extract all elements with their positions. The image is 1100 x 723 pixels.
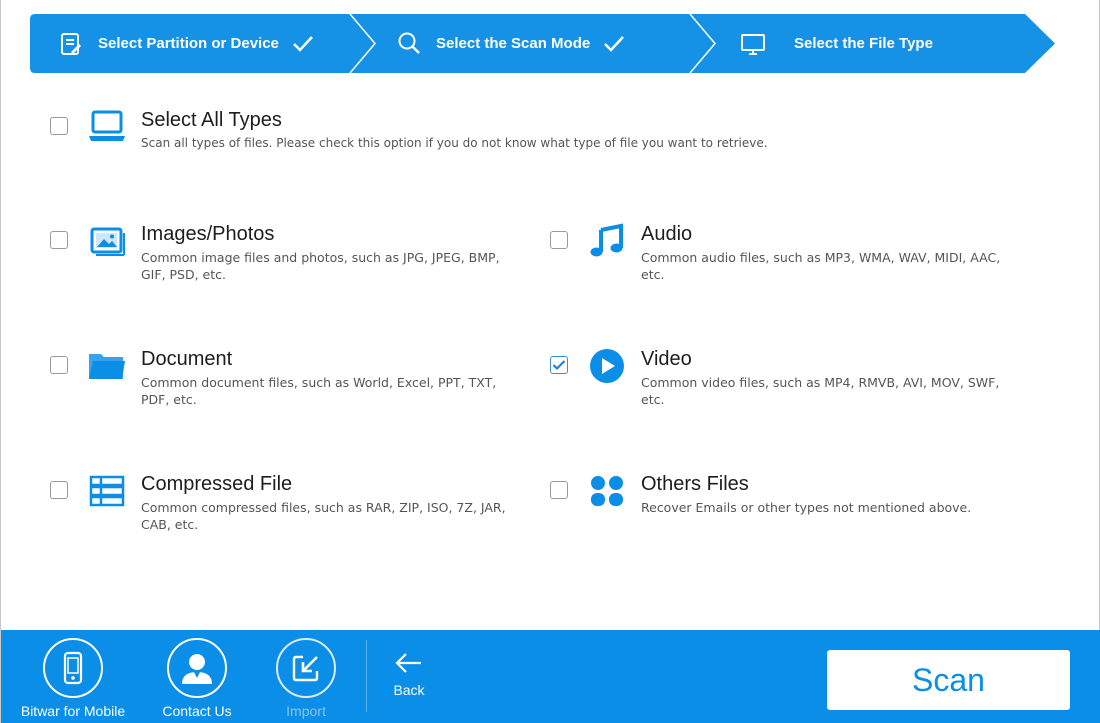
monitor-icon <box>741 33 765 55</box>
option-description: Common image files and photos, such as J… <box>141 250 500 282</box>
step-label: Select the Scan Mode <box>436 35 591 52</box>
search-icon <box>398 32 420 54</box>
wizard-stepper: Select Partition or Device Select the Sc… <box>30 14 1055 73</box>
arrow-left-icon <box>395 653 421 673</box>
option-compressed-file[interactable]: Compressed File Common compressed files,… <box>50 472 521 533</box>
phone-icon <box>63 651 83 685</box>
image-icon <box>90 227 125 256</box>
option-video[interactable]: Video Common video files, such as MP4, R… <box>550 347 1021 408</box>
clipboard-icon <box>61 32 81 55</box>
archive-icon <box>89 475 125 507</box>
option-document[interactable]: Document Common document files, such as … <box>50 347 521 408</box>
checkmark-icon <box>293 35 313 52</box>
document-checkbox[interactable] <box>50 356 68 374</box>
option-others-files[interactable]: Others Files Recover Emails or other typ… <box>550 472 1021 516</box>
import-button-circle[interactable] <box>276 638 336 698</box>
option-description: Scan all types of files. Please check th… <box>141 136 768 150</box>
option-title: Others Files <box>641 473 749 495</box>
option-description: Common document files, such as World, Ex… <box>141 375 497 407</box>
grid-dots-icon <box>591 476 623 506</box>
music-note-icon <box>590 223 623 257</box>
checkmark-icon <box>552 360 566 371</box>
bitwar-mobile-button[interactable]: Bitwar for Mobile <box>13 638 133 723</box>
option-images-photos[interactable]: Images/Photos Common image files and pho… <box>50 222 521 283</box>
compressed-checkbox[interactable] <box>50 481 68 499</box>
option-title: Select All Types <box>141 109 282 131</box>
mobile-button-circle[interactable] <box>43 638 103 698</box>
import-icon <box>292 655 319 682</box>
checkmark-icon <box>604 35 625 52</box>
user-icon <box>182 654 212 684</box>
others-checkbox[interactable] <box>550 481 568 499</box>
step-select-file-type: Select the File Type <box>740 14 933 73</box>
option-description: Common video files, such as MP4, RMVB, A… <box>641 375 1000 407</box>
select-all-checkbox[interactable] <box>50 117 68 135</box>
nav-label: Bitwar for Mobile <box>20 703 126 719</box>
step-label: Select the File Type <box>794 35 933 52</box>
nav-label: Contact Us <box>162 703 232 719</box>
folder-icon <box>89 354 125 379</box>
play-icon <box>590 349 624 383</box>
option-description: Common compressed files, such as RAR, ZI… <box>141 500 506 532</box>
step-select-partition: Select Partition or Device <box>58 14 315 73</box>
option-title: Document <box>141 348 233 370</box>
app-window: Select Partition or Device Select the Sc… <box>0 0 1100 723</box>
option-description: Recover Emails or other types not mentio… <box>641 500 972 515</box>
option-title: Video <box>641 348 692 370</box>
option-description: Common audio files, such as MP3, WMA, WA… <box>641 250 1001 282</box>
option-audio[interactable]: Audio Common audio files, such as MP3, W… <box>550 222 1021 283</box>
step-label: Select Partition or Device <box>98 35 279 52</box>
option-title: Images/Photos <box>141 223 275 245</box>
import-button[interactable]: Import <box>246 638 366 723</box>
scan-button[interactable]: Scan <box>827 650 1070 710</box>
laptop-icon <box>89 110 125 141</box>
bottom-toolbar: Bitwar for Mobile Contact Us Import Back… <box>1 630 1100 723</box>
step-select-scan-mode: Select the Scan Mode <box>396 14 626 73</box>
contact-button-circle[interactable] <box>167 638 227 698</box>
nav-label: Back <box>393 682 425 698</box>
option-title: Audio <box>641 223 693 245</box>
option-select-all[interactable]: Select All Types Scan all types of files… <box>50 108 901 152</box>
video-checkbox[interactable] <box>550 356 568 374</box>
audio-checkbox[interactable] <box>550 231 568 249</box>
nav-label: Import <box>286 703 326 719</box>
back-button[interactable]: Back <box>381 652 437 716</box>
option-title: Compressed File <box>141 473 293 495</box>
toolbar-divider <box>366 640 367 712</box>
images-checkbox[interactable] <box>50 231 68 249</box>
contact-us-button[interactable]: Contact Us <box>137 638 257 723</box>
